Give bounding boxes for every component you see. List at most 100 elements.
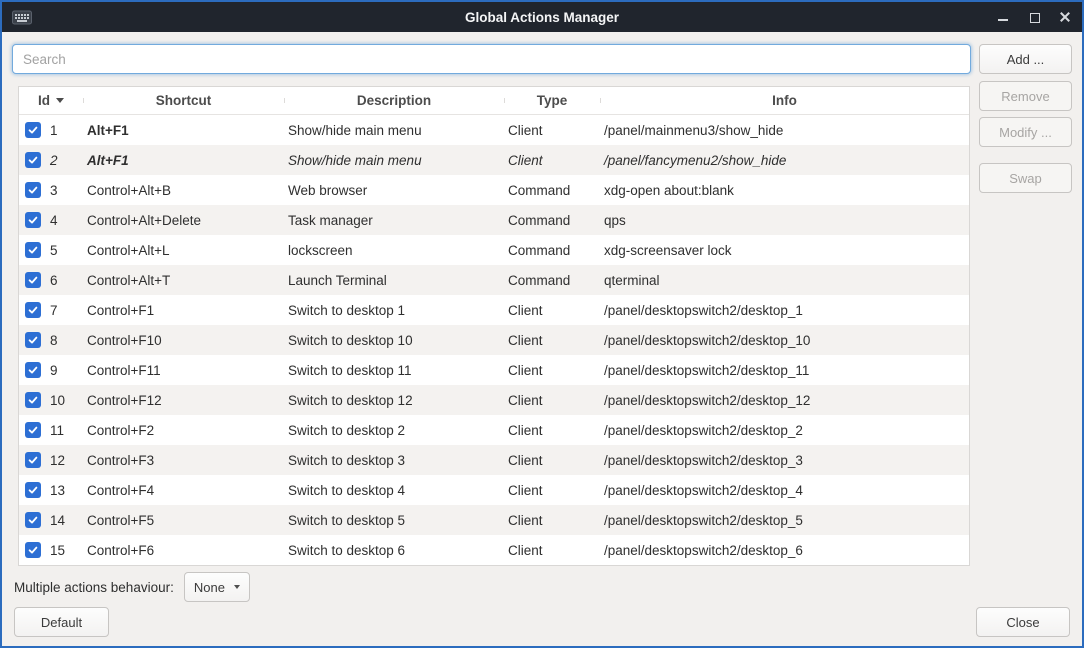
- column-header-shortcut[interactable]: Shortcut: [83, 93, 284, 108]
- row-type: Command: [504, 213, 600, 228]
- table-row[interactable]: 3 Control+Alt+B Web browser Command xdg-…: [19, 175, 969, 205]
- table-row[interactable]: 8 Control+F10 Switch to desktop 10 Clien…: [19, 325, 969, 355]
- row-id: 15: [50, 543, 65, 558]
- row-description: Switch to desktop 5: [284, 513, 504, 528]
- side-buttons: Remove Modify ... Swap: [979, 81, 1072, 193]
- table-row[interactable]: 4 Control+Alt+Delete Task manager Comman…: [19, 205, 969, 235]
- row-type: Client: [504, 363, 600, 378]
- checkbox-checked-icon[interactable]: [25, 452, 41, 468]
- behaviour-label: Multiple actions behaviour:: [14, 580, 174, 595]
- window-title: Global Actions Manager: [2, 10, 1082, 25]
- row-description: Switch to desktop 6: [284, 543, 504, 558]
- row-description: Switch to desktop 10: [284, 333, 504, 348]
- table-body: 1 Alt+F1 Show/hide main menu Client /pan…: [19, 115, 969, 565]
- row-type: Command: [504, 183, 600, 198]
- behaviour-row: Multiple actions behaviour: None: [14, 572, 250, 602]
- row-shortcut: Alt+F1: [83, 153, 284, 168]
- row-type: Command: [504, 273, 600, 288]
- row-shortcut: Control+F2: [83, 423, 284, 438]
- row-id: 2: [50, 153, 58, 168]
- row-info: /panel/desktopswitch2/desktop_1: [600, 303, 969, 318]
- table-row[interactable]: 15 Control+F6 Switch to desktop 6 Client…: [19, 535, 969, 565]
- row-description: Web browser: [284, 183, 504, 198]
- row-id: 14: [50, 513, 65, 528]
- row-shortcut: Control+F12: [83, 393, 284, 408]
- row-id: 5: [50, 243, 58, 258]
- behaviour-select[interactable]: None: [184, 572, 250, 602]
- row-id: 4: [50, 213, 58, 228]
- checkbox-checked-icon[interactable]: [25, 122, 41, 138]
- checkbox-checked-icon[interactable]: [25, 392, 41, 408]
- checkbox-checked-icon[interactable]: [25, 542, 41, 558]
- table-row[interactable]: 9 Control+F11 Switch to desktop 11 Clien…: [19, 355, 969, 385]
- column-header-type[interactable]: Type: [504, 93, 600, 108]
- row-type: Client: [504, 543, 600, 558]
- checkbox-checked-icon[interactable]: [25, 212, 41, 228]
- table-row[interactable]: 5 Control+Alt+L lockscreen Command xdg-s…: [19, 235, 969, 265]
- row-info: /panel/desktopswitch2/desktop_3: [600, 453, 969, 468]
- close-icon[interactable]: [1058, 10, 1072, 24]
- add-button[interactable]: Add ...: [979, 44, 1072, 74]
- row-info: /panel/desktopswitch2/desktop_10: [600, 333, 969, 348]
- row-id: 1: [50, 123, 58, 138]
- table-row[interactable]: 2 Alt+F1 Show/hide main menu Client /pan…: [19, 145, 969, 175]
- swap-button[interactable]: Swap: [979, 163, 1072, 193]
- row-shortcut: Control+F11: [83, 363, 284, 378]
- row-info: xdg-screensaver lock: [600, 243, 969, 258]
- row-description: Show/hide main menu: [284, 123, 504, 138]
- row-description: Switch to desktop 4: [284, 483, 504, 498]
- table-row[interactable]: 13 Control+F4 Switch to desktop 4 Client…: [19, 475, 969, 505]
- row-type: Client: [504, 303, 600, 318]
- checkbox-checked-icon[interactable]: [25, 362, 41, 378]
- restore-icon[interactable]: [1027, 10, 1041, 24]
- row-description: lockscreen: [284, 243, 504, 258]
- search-input[interactable]: [12, 44, 971, 74]
- column-header-info[interactable]: Info: [600, 93, 969, 108]
- row-type: Client: [504, 393, 600, 408]
- close-button[interactable]: Close: [976, 607, 1070, 637]
- row-id: 12: [50, 453, 65, 468]
- checkbox-checked-icon[interactable]: [25, 242, 41, 258]
- row-info: /panel/desktopswitch2/desktop_6: [600, 543, 969, 558]
- table-row[interactable]: 7 Control+F1 Switch to desktop 1 Client …: [19, 295, 969, 325]
- checkbox-checked-icon[interactable]: [25, 482, 41, 498]
- default-button[interactable]: Default: [14, 607, 109, 637]
- table-row[interactable]: 10 Control+F12 Switch to desktop 12 Clie…: [19, 385, 969, 415]
- row-shortcut: Control+F5: [83, 513, 284, 528]
- table-row[interactable]: 14 Control+F5 Switch to desktop 5 Client…: [19, 505, 969, 535]
- table-row[interactable]: 1 Alt+F1 Show/hide main menu Client /pan…: [19, 115, 969, 145]
- row-type: Client: [504, 423, 600, 438]
- behaviour-value: None: [194, 580, 225, 595]
- minimize-icon[interactable]: [996, 10, 1010, 24]
- row-id: 9: [50, 363, 58, 378]
- checkbox-checked-icon[interactable]: [25, 182, 41, 198]
- modify-button[interactable]: Modify ...: [979, 117, 1072, 147]
- checkbox-checked-icon[interactable]: [25, 152, 41, 168]
- row-shortcut: Control+Alt+L: [83, 243, 284, 258]
- table-row[interactable]: 6 Control+Alt+T Launch Terminal Command …: [19, 265, 969, 295]
- row-type: Command: [504, 243, 600, 258]
- row-type: Client: [504, 483, 600, 498]
- row-id: 3: [50, 183, 58, 198]
- row-info: qterminal: [600, 273, 969, 288]
- checkbox-checked-icon[interactable]: [25, 272, 41, 288]
- row-info: /panel/desktopswitch2/desktop_12: [600, 393, 969, 408]
- row-id: 11: [50, 423, 64, 438]
- table-row[interactable]: 12 Control+F3 Switch to desktop 3 Client…: [19, 445, 969, 475]
- column-header-description[interactable]: Description: [284, 93, 504, 108]
- row-description: Launch Terminal: [284, 273, 504, 288]
- checkbox-checked-icon[interactable]: [25, 512, 41, 528]
- keyboard-icon[interactable]: [12, 10, 32, 25]
- checkbox-checked-icon[interactable]: [25, 332, 41, 348]
- row-type: Client: [504, 153, 600, 168]
- row-info: /panel/fancymenu2/show_hide: [600, 153, 969, 168]
- table-header: Id Shortcut Description Type Info: [19, 87, 969, 115]
- checkbox-checked-icon[interactable]: [25, 422, 41, 438]
- row-id: 7: [50, 303, 58, 318]
- titlebar: Global Actions Manager: [2, 2, 1082, 32]
- column-header-id[interactable]: Id: [19, 93, 83, 108]
- table-row[interactable]: 11 Control+F2 Switch to desktop 2 Client…: [19, 415, 969, 445]
- row-shortcut: Alt+F1: [83, 123, 284, 138]
- checkbox-checked-icon[interactable]: [25, 302, 41, 318]
- remove-button[interactable]: Remove: [979, 81, 1072, 111]
